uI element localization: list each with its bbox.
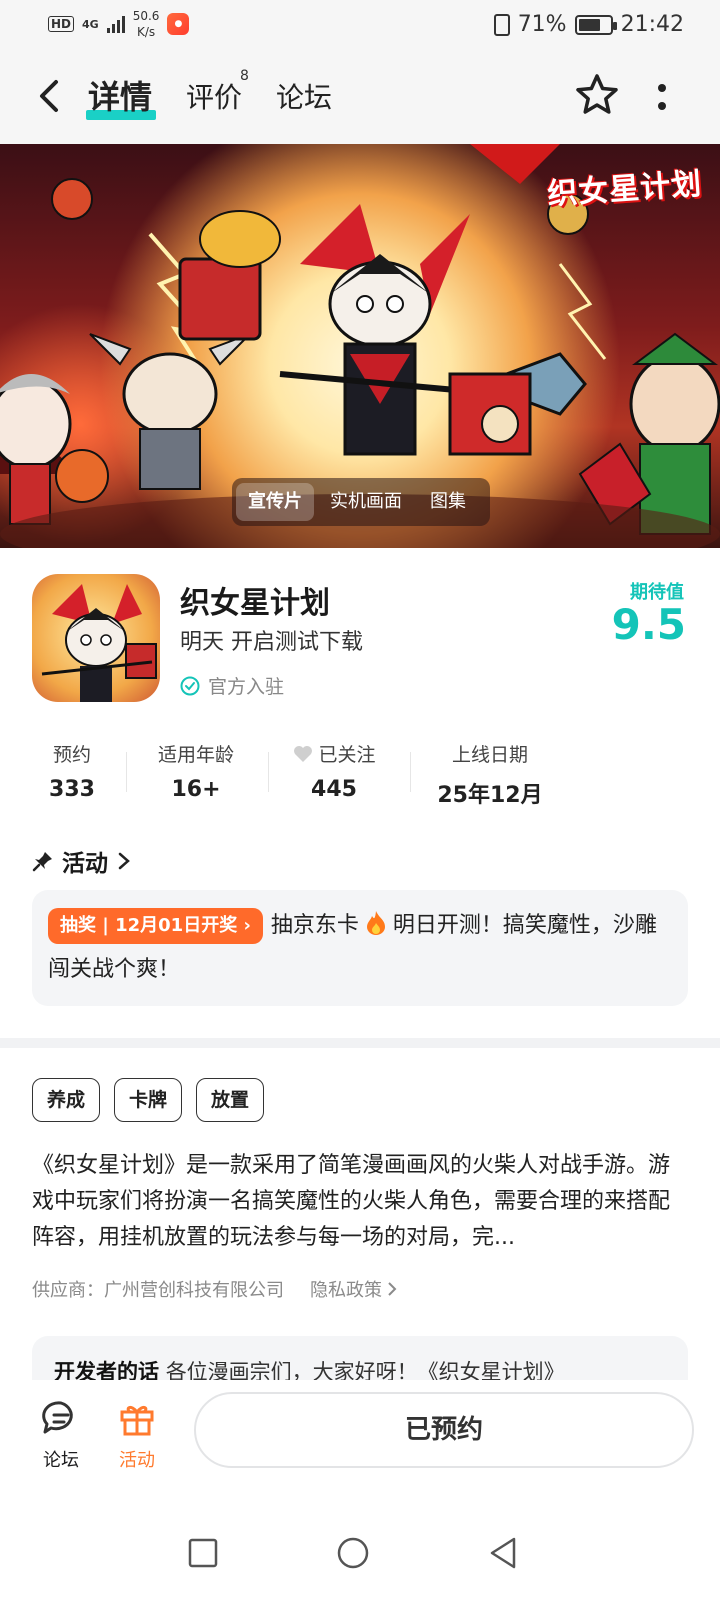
fire-icon: [366, 911, 385, 935]
bottom-forum-label: 论坛: [43, 1450, 79, 1471]
banner-media-tabs: 宣传片 实机画面 图集: [232, 478, 490, 526]
stats-row: 预约 333 适用年龄 16+ 已关注 445 上线日期 25年12月: [0, 740, 720, 810]
stat-age-rating: 适用年龄 16+: [157, 744, 234, 802]
media-tab-gallery[interactable]: 图集: [418, 483, 478, 521]
expectation-score: 9.5: [611, 600, 686, 649]
app-icon: [32, 574, 160, 702]
tag-idle[interactable]: 放置: [196, 1078, 265, 1122]
official-badge: 官方入驻: [180, 672, 284, 699]
tab-details[interactable]: 详情: [88, 72, 152, 118]
stat-followers[interactable]: 已关注 445: [284, 740, 384, 802]
media-tab-trailer[interactable]: 宣传片: [236, 483, 314, 521]
game-description[interactable]: 《织女星计划》是一款采用了简笔漫画画风的火柴人对战手游。游戏中玩家们将扮演一名搞…: [32, 1148, 688, 1256]
activity-header[interactable]: 活动: [32, 844, 132, 878]
top-nav: 详情 评价 8 论坛: [0, 52, 720, 144]
home-icon[interactable]: [336, 1536, 370, 1570]
tag-cards[interactable]: 卡牌: [114, 1078, 183, 1122]
lottery-badge: 抽奖 | 12月01日开奖 ›: [48, 908, 263, 944]
chevron-right-icon: [118, 852, 130, 870]
tab-forum[interactable]: 论坛: [276, 76, 332, 116]
media-tab-gameplay[interactable]: 实机画面: [318, 483, 414, 521]
review-count-badge: 8: [240, 68, 249, 84]
system-back-icon[interactable]: [486, 1536, 520, 1570]
pin-icon: [32, 852, 52, 872]
network-speed: 50.6 K/s: [132, 9, 160, 39]
bottom-forum-button[interactable]: 论坛: [31, 1398, 91, 1472]
notification-app-icon: ●: [167, 13, 190, 35]
activity-card[interactable]: 抽奖 | 12月01日开奖 › 抽京东卡 明日开测！搞笑魔性，沙雕闯关战个爽！: [32, 890, 688, 1006]
clock: 21:42: [620, 12, 684, 37]
bottom-activity-label: 活动: [119, 1450, 155, 1471]
tab-reviews[interactable]: 评价: [186, 76, 242, 116]
reserved-button[interactable]: 已预约: [194, 1392, 694, 1468]
heart-icon: [294, 745, 313, 762]
more-icon[interactable]: [652, 78, 672, 118]
developer-note-title: 开发者的话: [54, 1360, 159, 1380]
supplier-name: 供应商：广州营创科技有限公司: [32, 1280, 284, 1301]
gift-icon: [120, 1405, 154, 1436]
stat-reservations: 预约 333: [49, 744, 95, 802]
back-icon[interactable]: [30, 74, 74, 118]
status-bar: HD 4G 50.6 K/s ● 71% 21:42: [0, 0, 720, 52]
app-release-note: 明天 开启测试下载: [180, 630, 363, 655]
activity-heading: 活动: [62, 851, 108, 877]
supplier-row: 供应商：广州营创科技有限公司 隐私政策: [32, 1276, 398, 1302]
activity-text-lead: 抽京东卡: [270, 913, 359, 938]
battery-percent: 71%: [517, 12, 567, 37]
network-type: 4G: [82, 17, 99, 31]
stat-divider: [126, 752, 127, 792]
stat-divider: [410, 752, 411, 792]
star-icon[interactable]: [574, 72, 620, 118]
forum-chat-icon: [42, 1401, 73, 1434]
stat-divider: [268, 752, 269, 792]
tag-list: 养成 卡牌 放置: [32, 1078, 265, 1122]
developer-note-text: 各位漫画宗们，大家好呀！《织女星计划》: [165, 1360, 565, 1380]
signal-icon: [106, 15, 125, 33]
verified-check-icon: [180, 676, 200, 695]
tag-cultivation[interactable]: 养成: [32, 1078, 101, 1122]
bottom-activity-button[interactable]: 活动: [107, 1398, 167, 1472]
developer-note-card[interactable]: 开发者的话 各位漫画宗们，大家好呀！《织女星计划》: [32, 1336, 688, 1380]
hd-indicator: HD: [48, 16, 75, 32]
official-label: 官方入驻: [208, 676, 285, 698]
vibrate-icon: [493, 13, 510, 36]
chevron-right-icon: [388, 1282, 397, 1296]
recent-apps-icon[interactable]: [186, 1536, 220, 1570]
privacy-policy-link[interactable]: 隐私政策: [310, 1276, 398, 1302]
section-divider: [0, 1038, 720, 1048]
app-title: 织女星计划: [180, 586, 330, 621]
stat-release-date: 上线日期 25年12月: [437, 744, 543, 808]
battery-icon: [574, 14, 617, 35]
